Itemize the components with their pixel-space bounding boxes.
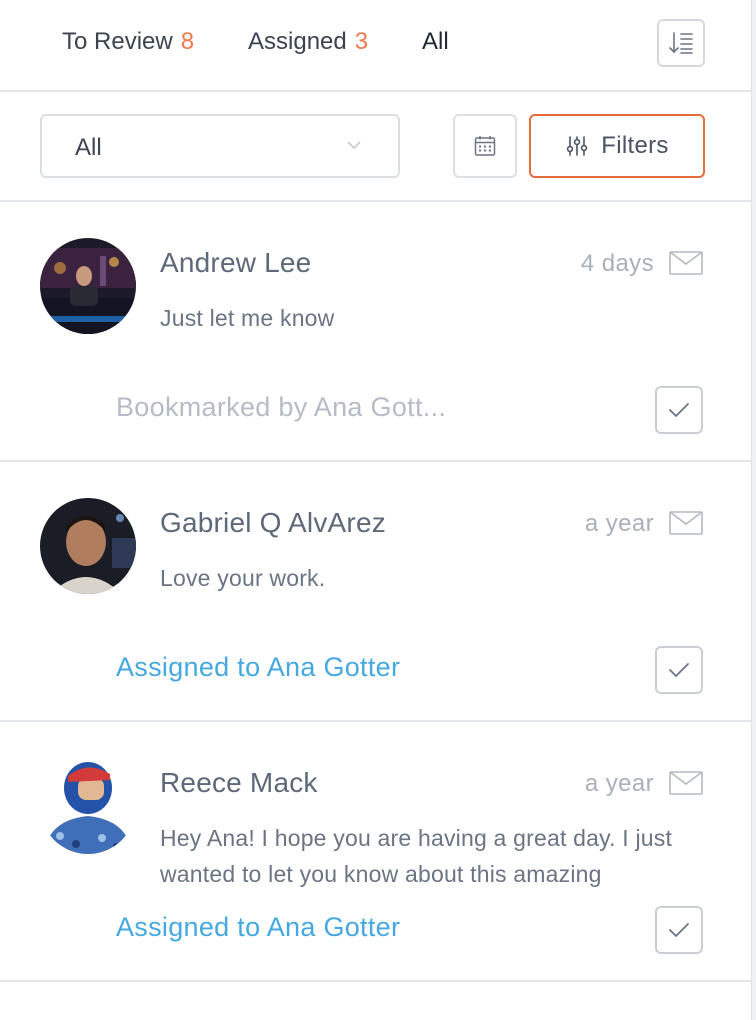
conversation-list: Andrew Lee 4 days Just let me know Bookm… xyxy=(0,202,751,982)
checkmark-icon xyxy=(669,663,689,677)
avatar xyxy=(40,758,136,854)
bookmark-status: Bookmarked by Ana Gott... xyxy=(116,392,447,422)
tab-label: All xyxy=(422,28,449,55)
contact-name: Gabriel Q AlvArez xyxy=(160,507,386,538)
contact-name: Andrew Lee xyxy=(160,247,312,278)
tab-count-badge: 3 xyxy=(354,28,369,55)
filters-button[interactable]: Filters xyxy=(529,114,705,178)
checkmark-icon xyxy=(669,403,689,417)
tab-assigned[interactable]: Assigned 3 xyxy=(248,28,368,56)
conversation-item[interactable]: Reece Mack a year Hey Ana! I hope you ar… xyxy=(0,722,751,982)
mark-done-button[interactable] xyxy=(655,646,703,694)
conversation-item[interactable]: Andrew Lee 4 days Just let me know Bookm… xyxy=(0,202,751,462)
tab-label: To Review xyxy=(62,28,173,55)
checkmark-icon xyxy=(669,923,689,937)
tab-to-review[interactable]: To Review 8 xyxy=(62,28,194,56)
calendar-button[interactable] xyxy=(453,114,517,178)
scrollbar-track[interactable] xyxy=(751,0,756,1020)
message-preview: Love your work. xyxy=(160,565,326,591)
filters-label: Filters xyxy=(601,132,669,159)
message-preview: Hey Ana! I hope you are having a great d… xyxy=(160,825,673,887)
sort-button[interactable] xyxy=(657,19,705,67)
message-time: 4 days xyxy=(580,250,654,277)
contact-name: Reece Mack xyxy=(160,767,318,798)
sort-list-icon xyxy=(669,32,693,54)
tab-all[interactable]: All xyxy=(422,28,449,56)
tab-count-badge: 8 xyxy=(180,28,195,55)
mark-done-button[interactable] xyxy=(655,906,703,954)
message-time: a year xyxy=(584,770,654,797)
envelope-icon xyxy=(669,511,703,535)
status-select[interactable]: All xyxy=(40,114,400,178)
avatar xyxy=(40,238,136,334)
message-time: a year xyxy=(584,510,654,537)
calendar-icon xyxy=(474,136,496,156)
tab-label: Assigned xyxy=(248,28,347,55)
message-preview: Just let me know xyxy=(160,305,335,331)
filter-bar: All Filters xyxy=(0,92,751,202)
assignment-status[interactable]: Assigned to Ana Gotter xyxy=(116,912,400,943)
avatar xyxy=(40,498,136,594)
conversation-item[interactable]: Gabriel Q AlvArez a year Love your work.… xyxy=(0,462,751,722)
mark-done-button[interactable] xyxy=(655,386,703,434)
assignment-status[interactable]: Assigned to Ana Gotter xyxy=(116,652,400,683)
tab-bar: To Review 8 Assigned 3 All xyxy=(0,0,751,92)
sliders-icon xyxy=(567,136,588,156)
envelope-icon xyxy=(669,251,703,275)
select-value: All xyxy=(75,134,102,161)
envelope-icon xyxy=(669,771,703,795)
chevron-down-icon xyxy=(347,141,361,150)
